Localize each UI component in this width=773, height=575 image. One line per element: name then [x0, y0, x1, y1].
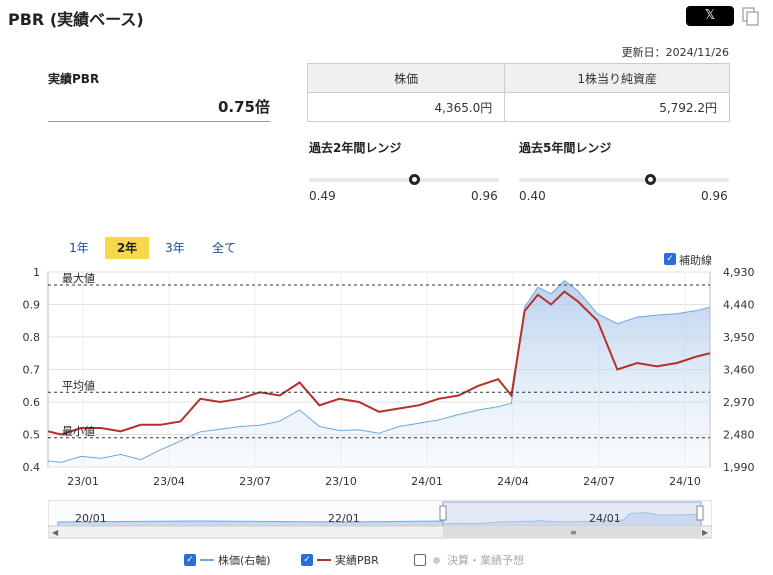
- stock-price-header: 株価: [306, 63, 506, 93]
- tab-1y[interactable]: 1年: [57, 237, 101, 259]
- pbr-chart: 最大値平均値最小値 0.4 1,990 0.5 2,480 0.6 2,970 0.7 3,4…: [23, 266, 755, 488]
- y-right-tick-label: 4,930: [723, 266, 755, 279]
- navigator[interactable]: ◀ ▶ ≡ 20/01 22/01 24/01: [48, 500, 712, 540]
- y-right-tick-label: 3,950: [723, 331, 755, 344]
- legend-price-checkbox[interactable]: ✓: [184, 554, 196, 566]
- x-tick-label: 23/10: [325, 475, 357, 488]
- tab-all[interactable]: 全て: [202, 237, 246, 259]
- y-right-tick-label: 1,990: [723, 461, 755, 474]
- tab-3y[interactable]: 3年: [153, 237, 197, 259]
- pbr-label: 実績PBR: [48, 72, 100, 86]
- x-tick-label: 24/10: [669, 475, 701, 488]
- price-table: 株価 1株当り純資産 4,365.0円 5,792.2円: [306, 63, 730, 122]
- range-5y-min: 0.40: [519, 189, 546, 203]
- y-right-tick-label: 3,460: [723, 364, 755, 377]
- x-tick-label: 23/01: [67, 475, 99, 488]
- y-left-tick-label: 1: [33, 266, 40, 279]
- y-left-tick-label: 0.6: [23, 396, 41, 409]
- legend-pbr-checkbox[interactable]: ✓: [301, 554, 313, 566]
- scroll-left-icon: ◀: [52, 528, 59, 537]
- bps-header: 1株当り純資産: [504, 63, 730, 93]
- page-title: PBR (実績ベース): [8, 10, 144, 29]
- scroll-right-icon: ▶: [702, 528, 709, 537]
- pbr-value: 0.75倍: [48, 96, 270, 122]
- navigator-handle-right: [696, 505, 704, 521]
- x-tick-label: 23/04: [153, 475, 185, 488]
- tab-2y[interactable]: 2年: [105, 237, 149, 259]
- navigator-label: 24/01: [589, 512, 621, 525]
- legend-earnings-dot-icon: [433, 556, 440, 564]
- range-5y-marker: [645, 174, 657, 185]
- navigator-handle-left: [439, 505, 447, 521]
- y-right-tick-label: 2,970: [723, 396, 755, 409]
- price-area: [48, 280, 710, 467]
- range-2y-title: 過去2年間レンジ: [309, 141, 402, 155]
- legend-pbr[interactable]: ✓ 実績PBR: [301, 552, 379, 568]
- x-tick-label: 24/04: [497, 475, 529, 488]
- legend-price-label: 株価(右軸): [218, 554, 271, 567]
- legend-earnings-checkbox[interactable]: [414, 554, 426, 566]
- range-2y-max: 0.96: [471, 189, 498, 203]
- y-right-tick-label: 4,440: [723, 299, 755, 312]
- navigator-label: 20/01: [75, 512, 107, 525]
- y-left-tick-label: 0.5: [23, 429, 41, 442]
- range-2y-marker: [408, 174, 420, 185]
- y-left-tick-label: 0.4: [23, 461, 41, 474]
- y-left-tick-label: 0.9: [23, 299, 41, 312]
- range-2y-min: 0.49: [309, 189, 336, 203]
- legend-pbr-swatch: [317, 559, 331, 561]
- y-left-tick-label: 0.7: [23, 364, 41, 377]
- navigator-label: 22/01: [328, 512, 360, 525]
- legend-earnings[interactable]: 決算・業績予想: [414, 552, 524, 568]
- range-5y-title: 過去5年間レンジ: [519, 141, 612, 155]
- copy-icon[interactable]: [742, 7, 760, 27]
- bps-value: 5,792.2円: [504, 92, 730, 122]
- y-right-tick-label: 2,480: [723, 429, 755, 442]
- x-tick-label: 24/01: [411, 475, 443, 488]
- legend-earnings-label: 決算・業績予想: [447, 554, 524, 567]
- navigator-selection: [442, 501, 702, 527]
- legend-price[interactable]: ✓ 株価(右軸): [184, 552, 271, 568]
- legend-price-swatch: [200, 559, 214, 561]
- range-5y-max: 0.96: [701, 189, 728, 203]
- legend-pbr-label: 実績PBR: [335, 554, 379, 567]
- range-5y-track: [519, 178, 729, 182]
- scroll-grip-icon: ≡: [570, 528, 577, 537]
- range-2y-track: [309, 178, 499, 182]
- x-tick-label: 24/07: [583, 475, 615, 488]
- updated-date: 更新日：2024/11/26: [621, 46, 729, 59]
- x-tick-label: 23/07: [239, 475, 271, 488]
- reference-label-max: 最大値: [62, 271, 95, 285]
- reference-label-min: 最小値: [62, 425, 95, 438]
- stock-price-value: 4,365.0円: [306, 92, 506, 122]
- reference-label-avg: 平均値: [62, 379, 95, 392]
- y-left-tick-label: 0.8: [23, 331, 41, 344]
- share-x-button[interactable]: 𝕏: [686, 6, 734, 26]
